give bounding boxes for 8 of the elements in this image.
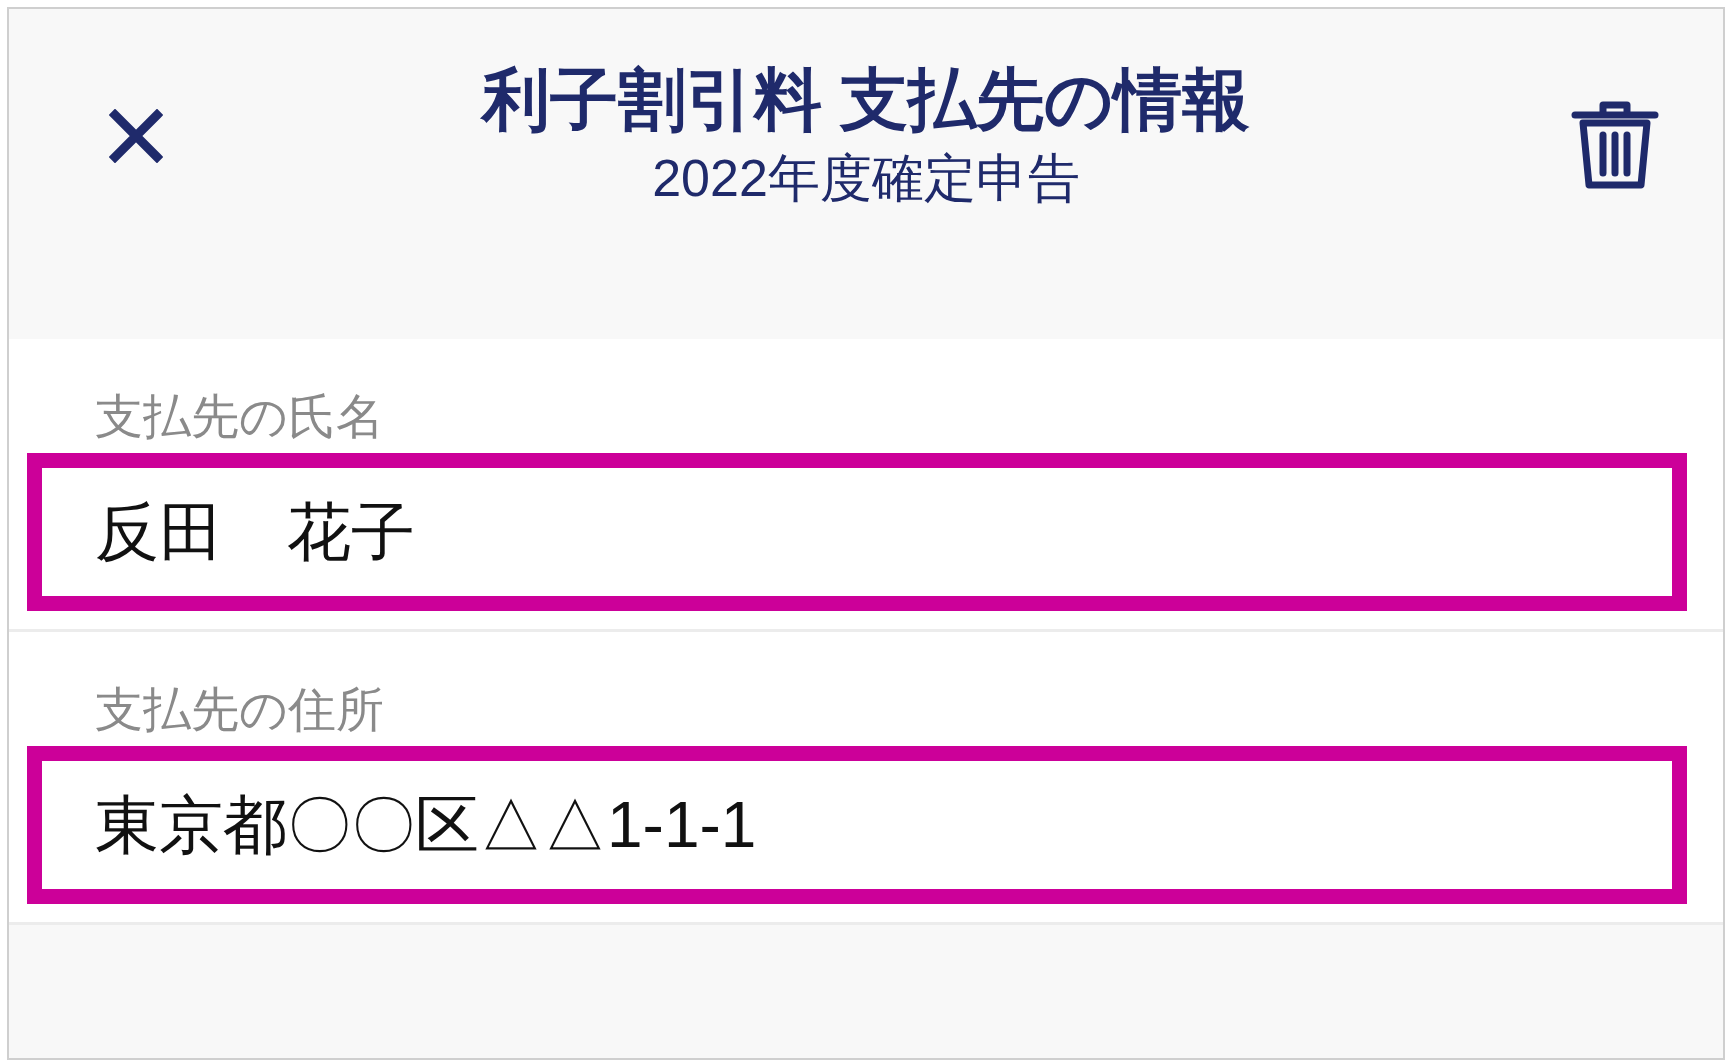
trash-icon[interactable]	[1569, 99, 1661, 191]
page-subtitle: 2022年度確定申告	[652, 148, 1080, 209]
page-title: 利子割引料 支払先の情報	[481, 60, 1251, 139]
field-label: 支払先の住所	[95, 686, 385, 734]
input-field[interactable]: 東京都〇〇区△△1-1-1	[27, 746, 1687, 904]
field-label: 支払先の氏名	[95, 393, 385, 441]
close-icon[interactable]	[109, 109, 163, 163]
input-field[interactable]: 反田 花子	[27, 453, 1687, 611]
